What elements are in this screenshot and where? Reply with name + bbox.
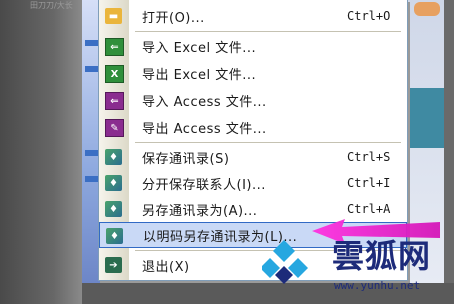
watermark-logo-icon [262,240,308,284]
window-panel-band [404,88,444,148]
watermark-brand: 雲狐网 [332,237,432,275]
menu-item-export-excel[interactable]: X 导出 Excel 文件... [99,60,407,86]
menu-item-export-access[interactable]: ✎ 导出 Access 文件... [99,114,407,140]
sidebar-block [85,150,99,156]
menu-item-label: 导入 Excel 文件... [142,40,257,56]
menu-item-save-contacts[interactable]: ♦ 保存通讯录(S) Ctrl+S [99,144,407,170]
background-top-text: 田刀刀/大长 [30,1,73,10]
menu-item-label: 打开(O)... [142,10,205,26]
menu-item-shortcut: Ctrl+O [347,9,391,23]
menu-item-label: 退出(X) [142,259,190,275]
menu-item-import-excel[interactable]: ⇐ 导入 Excel 文件... [99,33,407,59]
menu-item-shortcut: Ctrl+I [347,176,391,190]
menu-item-label: 导出 Excel 文件... [142,67,257,83]
menu-item-save-as[interactable]: ♦ 另存通讯录为(A)... Ctrl+A [99,196,407,222]
menu-item-save-separately[interactable]: ♦ 分开保存联系人(I)... Ctrl+I [99,170,407,196]
background-left-panel [0,0,82,304]
menu-item-open[interactable]: ▬ 打开(O)... Ctrl+O [99,3,407,29]
import-access-icon: ⇐ [105,92,124,110]
menu-separator [135,142,401,143]
menu-item-label: 导出 Access 文件... [142,121,267,137]
menu-item-shortcut: Ctrl+S [347,150,391,164]
save-plaintext-icon: ♦ [106,228,123,244]
menu-item-label: 另存通讯录为(A)... [142,203,258,219]
background-right-edge [444,0,454,304]
sidebar-block [85,176,99,182]
menu-item-shortcut: Ctrl+A [347,202,391,216]
toolbar-button-icon[interactable] [414,2,440,16]
import-excel-icon: ⇐ [105,38,124,56]
menu-item-label: 分开保存联系人(I)... [142,177,266,193]
sidebar-block [85,66,99,72]
save-as-icon: ♦ [105,201,122,217]
menu-item-label: 导入 Access 文件... [142,94,267,110]
watermark-url: www.yunhu.net [334,279,421,292]
save-separately-icon: ♦ [105,175,122,191]
open-folder-icon: ▬ [105,8,122,24]
export-access-icon: ✎ [105,119,124,137]
menu-item-import-access[interactable]: ⇐ 导入 Access 文件... [99,87,407,113]
save-contacts-icon: ♦ [105,149,122,165]
menu-separator [135,31,401,32]
exit-icon: ➔ [105,257,122,273]
menu-item-label: 保存通讯录(S) [142,151,230,167]
sidebar-block [85,40,99,46]
export-excel-icon: X [105,65,124,83]
